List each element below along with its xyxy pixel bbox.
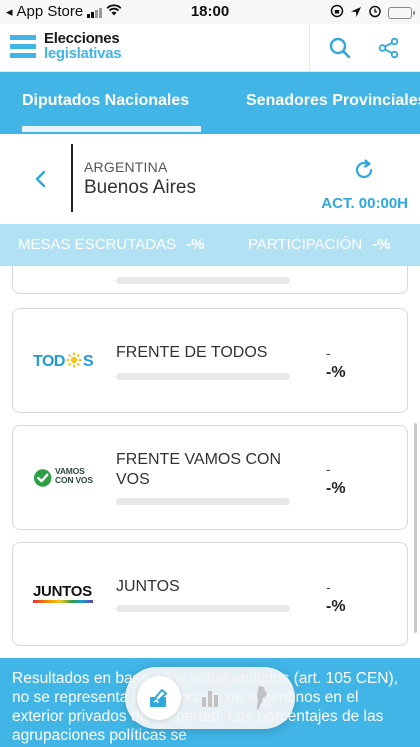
party-progress-bar <box>116 498 290 505</box>
party-votes: - <box>326 579 331 595</box>
nav-results-button[interactable] <box>188 676 232 720</box>
party-card-frente-vamos-con-vos[interactable]: VAMOS CON VOS FRENTE VAMOS CON VOS - -% <box>12 425 408 530</box>
juntos-logo-stripe <box>33 600 93 603</box>
last-update-label: ACT. 00:00H <box>321 195 408 212</box>
party-name: FRENTE DE TODOS <box>116 344 268 361</box>
stats-bar: MESAS ESCRUTADAS -% PARTICIPACIÓN -% <box>0 224 420 266</box>
location-region: Buenos Aires <box>84 177 196 198</box>
refresh-icon <box>355 159 373 179</box>
frente-de-todos-logo: TOD S <box>33 349 97 371</box>
active-tab-indicator <box>22 126 201 132</box>
chevron-left-icon <box>35 170 46 188</box>
party-name: JUNTOS <box>116 578 180 595</box>
stat-participacion-label: PARTICIPACIÓN <box>248 236 363 253</box>
share-button[interactable] <box>375 34 403 62</box>
logo-line-1: Elecciones <box>44 30 120 47</box>
status-right <box>330 4 415 22</box>
party-progress-bar <box>116 605 290 612</box>
ballot-box-icon <box>150 689 167 707</box>
app-header: Elecciones legislativas <box>0 24 420 72</box>
party-card-frente-de-todos[interactable]: TOD S FRENTE DE TODOS - -% <box>12 308 408 413</box>
location-country: ARGENTINA <box>84 159 168 175</box>
stat-mesas-value: -% <box>186 236 205 253</box>
location-selector: ARGENTINA Buenos Aires ACT. 00:00H <box>0 134 420 224</box>
tab-bar: Diputados Nacionales Senadores Provincia… <box>0 72 420 134</box>
location-divider <box>71 144 73 212</box>
alarm-icon <box>368 4 382 22</box>
tab-senadores-provinciales[interactable]: Senadores Provinciales <box>246 92 420 110</box>
party-votes: - <box>326 345 331 361</box>
share-icon <box>378 37 399 59</box>
party-card-juntos[interactable]: JUNTOS JUNTOS - -% <box>12 542 408 646</box>
refresh-button[interactable] <box>350 156 378 184</box>
logo-line-2: legislativas <box>44 45 122 62</box>
list-scrollbar[interactable] <box>414 423 417 633</box>
party-percent: -% <box>326 598 346 615</box>
party-card-partial[interactable] <box>12 266 408 294</box>
juntos-logo-text: JUNTOS <box>33 583 92 600</box>
party-percent: -% <box>326 480 346 497</box>
back-button[interactable] <box>28 166 54 192</box>
stat-mesas-label: MESAS ESCRUTADAS <box>18 236 177 253</box>
nav-map-button[interactable] <box>239 676 283 720</box>
app-logo: Elecciones legislativas <box>10 30 122 62</box>
location-icon <box>350 5 362 22</box>
search-icon <box>329 37 351 59</box>
juntos-logo: JUNTOS <box>33 583 97 605</box>
argentina-map-icon <box>257 686 267 710</box>
vamos-logo-line-2: CON VOS <box>55 475 93 485</box>
battery-icon <box>388 7 415 19</box>
nav-ballot-button[interactable] <box>137 676 181 720</box>
party-name: FRENTE VAMOS CON VOS <box>116 451 282 488</box>
party-results-list[interactable]: TOD S FRENTE DE TODOS - -% VAMOS CON VOS <box>0 266 420 658</box>
party-progress-bar <box>116 373 290 380</box>
stat-participacion-value: -% <box>372 236 391 253</box>
party-votes: - <box>326 461 331 477</box>
logo-mark-icon <box>10 34 36 58</box>
svg-text:S: S <box>83 353 94 370</box>
floating-nav <box>125 667 295 729</box>
bar-chart-icon <box>202 691 218 707</box>
svg-text:TOD: TOD <box>33 353 65 370</box>
stat-mesas: MESAS ESCRUTADAS -% <box>18 236 204 253</box>
tab-diputados-nacionales[interactable]: Diputados Nacionales <box>22 92 189 110</box>
party-percent: -% <box>326 364 346 381</box>
status-bar: ◂ App Store 18:00 <box>0 0 420 24</box>
party-progress-bar <box>116 277 290 284</box>
header-divider <box>309 24 310 72</box>
screen-lock-icon <box>330 4 344 22</box>
frente-vamos-con-vos-logo: VAMOS CON VOS <box>33 464 97 492</box>
stat-participacion: PARTICIPACIÓN -% <box>248 236 391 253</box>
search-button[interactable] <box>326 34 354 62</box>
